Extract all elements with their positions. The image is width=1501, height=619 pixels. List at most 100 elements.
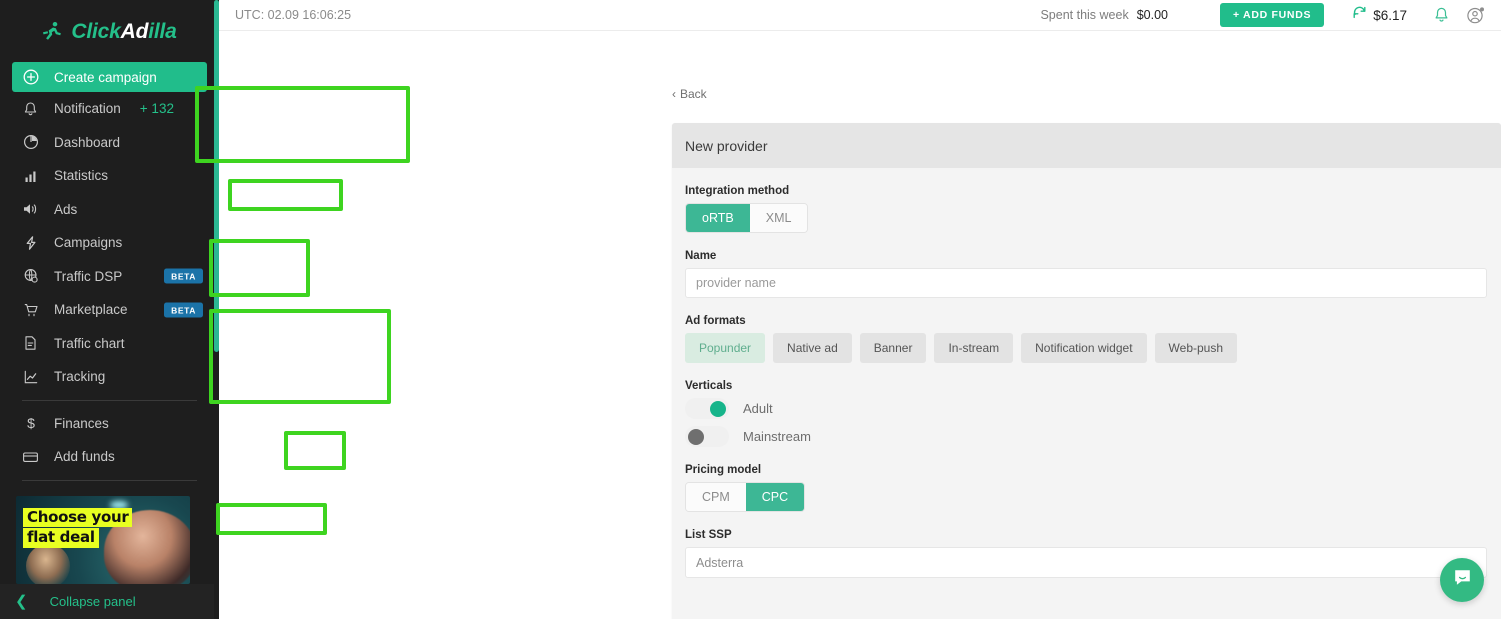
card-body: Integration method oRTB XML Name Ad form…	[672, 168, 1501, 578]
main-area: UTC: 02.09 16:06:25 Spent this week $0.0…	[219, 0, 1501, 619]
integration-option-ortb[interactable]: oRTB	[686, 204, 750, 232]
promo-line-2: flat deal	[23, 528, 99, 548]
refresh-icon[interactable]	[1352, 5, 1367, 25]
pricing-model-segmented: CPM CPC	[685, 482, 805, 512]
topbar-right: Spent this week $0.00 + ADD FUNDS $6.17	[1040, 3, 1485, 27]
card-header: New provider	[672, 123, 1501, 168]
add-funds-button[interactable]: + ADD FUNDS	[1220, 3, 1324, 27]
sidebar-item-label: Create campaign	[54, 70, 157, 85]
spent-this-week-value: $0.00	[1137, 8, 1168, 22]
sidebar-item-traffic-dsp[interactable]: Traffic DSP BETA	[0, 260, 219, 294]
sidebar-item-create-campaign[interactable]: Create campaign	[12, 62, 207, 92]
integration-method-field: Integration method oRTB XML	[685, 185, 1487, 233]
highlight-name-input	[228, 179, 343, 211]
pricing-option-cpc[interactable]: CPC	[746, 483, 804, 511]
list-ssp-select[interactable]: Adsterra ⌄	[685, 547, 1487, 578]
topbar: UTC: 02.09 16:06:25 Spent this week $0.0…	[219, 0, 1501, 31]
sidebar-item-label: Dashboard	[54, 135, 120, 150]
plus-circle-icon	[22, 69, 39, 86]
highlight-integration-method	[195, 86, 410, 163]
content-area: ‹ Back New provider Integration method o…	[219, 31, 1501, 619]
ad-formats-label: Ad formats	[685, 315, 1487, 327]
sidebar-item-label: Marketplace	[54, 302, 128, 317]
highlight-list-ssp	[216, 503, 327, 535]
sidebar-item-statistics[interactable]: Statistics	[0, 159, 219, 193]
name-field: Name	[685, 250, 1487, 298]
sidebar-divider	[22, 400, 197, 401]
sidebar-item-label: Finances	[54, 416, 109, 431]
promo-text: Choose your flat deal	[23, 508, 132, 550]
highlight-verticals	[209, 309, 391, 404]
sidebar-item-label: Tracking	[54, 369, 105, 384]
sidebar-item-ads[interactable]: Ads	[0, 193, 219, 227]
sidebar-item-label: Notification	[54, 101, 121, 116]
integration-method-label: Integration method	[685, 185, 1487, 197]
ad-format-banner[interactable]: Banner	[860, 333, 927, 363]
integration-option-xml[interactable]: XML	[750, 204, 808, 232]
app-root: ClickAdilla Create campaign Notification…	[0, 0, 1501, 619]
collapse-panel-button[interactable]: ❮ Collapse panel	[0, 584, 219, 619]
spent-this-week-label: Spent this week	[1040, 8, 1128, 22]
list-ssp-field: List SSP Adsterra ⌄	[685, 529, 1487, 578]
document-icon	[22, 335, 39, 352]
sidebar-item-notification[interactable]: Notification + 132	[0, 92, 219, 126]
ad-format-in-stream[interactable]: In-stream	[934, 333, 1013, 363]
name-label: Name	[685, 250, 1487, 262]
sidebar-item-tracking[interactable]: Tracking	[0, 360, 219, 394]
list-ssp-label: List SSP	[685, 529, 1487, 541]
sidebar-item-dashboard[interactable]: Dashboard	[0, 126, 219, 160]
logo-part-3: illa	[148, 20, 176, 43]
logo-part-1: Click	[71, 20, 120, 43]
pricing-model-label: Pricing model	[685, 464, 1487, 476]
pricing-option-cpm[interactable]: CPM	[686, 483, 746, 511]
line-chart-icon	[22, 368, 39, 385]
card-title: New provider	[685, 138, 767, 154]
verticals-field: Verticals Adult Mainstream	[685, 380, 1487, 447]
chat-bubble-icon	[1452, 567, 1473, 593]
toggle-knob	[710, 401, 726, 417]
beta-badge: BETA	[164, 302, 203, 317]
ad-format-native-ad[interactable]: Native ad	[773, 333, 852, 363]
logo-part-2: Ad	[121, 20, 149, 43]
account-icon[interactable]	[1466, 6, 1485, 25]
credit-card-icon	[22, 448, 39, 465]
integration-method-segmented: oRTB XML	[685, 203, 808, 233]
sidebar-item-add-funds[interactable]: Add funds	[0, 440, 219, 474]
chevron-left-icon: ❮	[15, 594, 28, 609]
ad-format-notification-widget[interactable]: Notification widget	[1021, 333, 1146, 363]
back-link[interactable]: ‹ Back	[672, 87, 707, 101]
verticals-label: Verticals	[685, 380, 1487, 392]
highlight-pricing-cpc	[284, 431, 346, 470]
ad-format-web-push[interactable]: Web-push	[1155, 333, 1237, 363]
sidebar-divider-2	[22, 480, 197, 481]
vertical-adult-toggle[interactable]	[685, 398, 729, 419]
chat-widget-button[interactable]	[1440, 558, 1484, 602]
highlight-ad-formats	[209, 239, 310, 297]
utc-clock: UTC: 02.09 16:06:25	[235, 8, 351, 22]
name-input[interactable]	[685, 268, 1487, 298]
sidebar-item-marketplace[interactable]: Marketplace BETA	[0, 293, 219, 327]
promo-line-1: Choose your	[23, 508, 132, 528]
ad-formats-field: Ad formats Popunder Native ad Banner In-…	[685, 315, 1487, 363]
toggle-knob	[688, 429, 704, 445]
bar-chart-icon	[22, 167, 39, 184]
balance-widget[interactable]: $6.17	[1352, 5, 1407, 25]
sidebar-item-traffic-chart[interactable]: Traffic chart	[0, 327, 219, 361]
sidebar-item-label: Add funds	[54, 449, 115, 464]
promo-banner-image[interactable]: Choose your flat deal	[16, 496, 190, 584]
vertical-adult-row: Adult	[685, 398, 1487, 419]
dollar-icon: $	[22, 415, 39, 432]
ad-format-popunder[interactable]: Popunder	[685, 333, 765, 363]
promo-banner[interactable]: Choose your flat deal	[0, 487, 219, 584]
back-label: Back	[680, 87, 707, 101]
notifications-bell-icon[interactable]	[1433, 6, 1450, 24]
sidebar-nav: Create campaign Notification + 132 Dashb…	[0, 57, 219, 487]
vertical-mainstream-toggle[interactable]	[685, 426, 729, 447]
sidebar-item-campaigns[interactable]: Campaigns	[0, 226, 219, 260]
logo[interactable]: ClickAdilla	[0, 0, 219, 57]
sidebar-item-finances[interactable]: $ Finances	[0, 407, 219, 441]
balance-amount: $6.17	[1373, 8, 1407, 23]
vertical-mainstream-label: Mainstream	[743, 429, 811, 444]
sidebar: ClickAdilla Create campaign Notification…	[0, 0, 219, 619]
chevron-left-icon: ‹	[672, 87, 676, 101]
